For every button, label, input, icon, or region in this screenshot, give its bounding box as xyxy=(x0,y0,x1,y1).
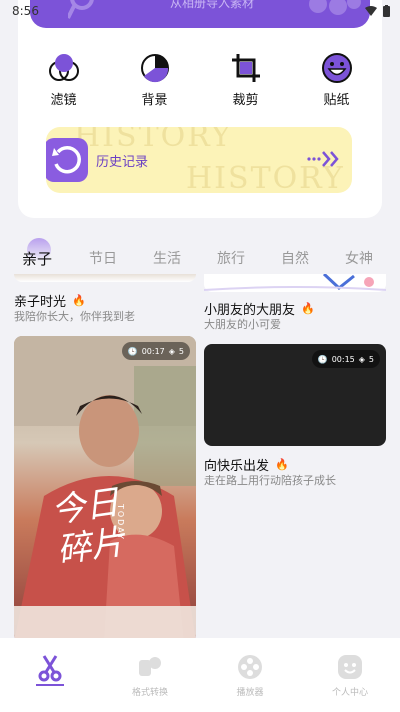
tab-shenghuo[interactable]: 生活 xyxy=(153,248,181,268)
category-tabs: 亲子 节日 生活 旅行 自然 女神 xyxy=(0,240,400,274)
wifi-icon xyxy=(365,6,377,16)
crop-icon xyxy=(231,54,260,82)
tool-row: 滤镜 背景 裁剪 贴纸 xyxy=(18,52,382,108)
template-video-card[interactable]: 🕒 00:17 ◈ 5 今日碎片 TODAY xyxy=(14,336,196,642)
flame-icon: 🔥 xyxy=(301,302,315,315)
nav-label: 播放器 xyxy=(236,688,264,698)
clock-icon: 🕒 xyxy=(127,346,138,356)
profile-icon xyxy=(338,655,362,679)
tab-nvshen[interactable]: 女神 xyxy=(345,248,373,268)
video-duration: 00:17 xyxy=(141,346,165,356)
tool-sticker[interactable]: 贴纸 xyxy=(291,52,382,108)
sticker-icon xyxy=(321,53,352,83)
video-layers: 5 xyxy=(368,354,374,364)
tool-crop[interactable]: 裁剪 xyxy=(200,52,291,108)
tab-ziran[interactable]: 自然 xyxy=(281,248,309,268)
flame-icon: 🔥 xyxy=(72,294,86,307)
status-icons xyxy=(365,5,390,17)
bottom-nav: 格式转换 播放器 个人中心 xyxy=(0,638,400,712)
tool-card: 从相册导入素材 滤镜 背景 裁剪 贴纸 HISTORY HISTORY 历史记录 xyxy=(18,0,382,218)
nav-item-format[interactable]: 格式转换 xyxy=(110,654,190,698)
history-label: 历史记录 xyxy=(96,155,149,170)
template-card-thumb[interactable] xyxy=(203,272,387,292)
nav-item-edit[interactable] xyxy=(10,654,90,691)
template-card-thumb[interactable] xyxy=(14,274,196,282)
video-duration: 00:15 xyxy=(331,354,355,364)
nav-label: 格式转换 xyxy=(131,688,168,698)
player-reel-icon xyxy=(238,655,262,679)
layers-icon: ◈ xyxy=(168,346,175,356)
history-watermark: HISTORY xyxy=(74,127,233,154)
tool-label: 背景 xyxy=(141,93,168,108)
overlay-subtitle: TODAY xyxy=(116,504,125,541)
tool-label: 裁剪 xyxy=(232,93,259,108)
status-time: 8:56 xyxy=(12,4,39,18)
layers-icon: ◈ xyxy=(358,354,365,364)
tab-qinzi[interactable]: 亲子 xyxy=(22,248,52,269)
filter-icon xyxy=(48,54,79,81)
tool-background[interactable]: 背景 xyxy=(109,52,200,108)
template-card-desc: 我陪你长大，你伴我到老 xyxy=(14,310,135,323)
video-info-pill: 🕒 00:15 ◈ 5 xyxy=(311,350,380,368)
history-icon xyxy=(46,138,88,182)
template-card-desc: 走在路上用行动陪孩子成长 xyxy=(204,474,336,487)
tab-jieri[interactable]: 节日 xyxy=(89,248,117,268)
tool-label: 贴纸 xyxy=(323,93,350,108)
format-convert-icon xyxy=(139,657,161,676)
tab-lvxing[interactable]: 旅行 xyxy=(217,248,245,268)
battery-icon xyxy=(383,5,390,17)
tool-filter[interactable]: 滤镜 xyxy=(18,52,109,108)
nav-label: 个人中心 xyxy=(331,688,368,698)
video-info-pill: 🕒 00:17 ◈ 5 xyxy=(121,342,190,360)
arrow-right-icon xyxy=(307,151,339,167)
template-card-desc: 大朋友的小可爱 xyxy=(204,318,281,331)
scissors-icon xyxy=(36,655,64,686)
background-icon xyxy=(140,54,169,83)
flame-icon: 🔥 xyxy=(275,458,289,471)
card-decoration-icon xyxy=(203,272,387,291)
template-video-card[interactable]: 🕒 00:15 ◈ 5 xyxy=(204,344,386,446)
nav-item-player[interactable]: 播放器 xyxy=(210,654,290,698)
video-layers: 5 xyxy=(178,346,184,356)
status-bar: 8:56 xyxy=(0,0,400,24)
nav-item-profile[interactable]: 个人中心 xyxy=(310,654,390,698)
tool-label: 滤镜 xyxy=(50,93,77,108)
history-button[interactable]: HISTORY HISTORY 历史记录 xyxy=(46,127,352,193)
clock-icon: 🕒 xyxy=(317,354,328,364)
overlay-title: 今日碎片 xyxy=(48,482,128,572)
